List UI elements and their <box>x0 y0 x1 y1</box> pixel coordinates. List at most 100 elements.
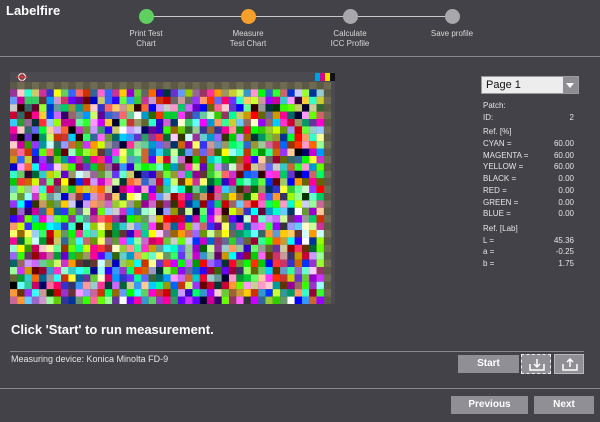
color-patch <box>323 215 332 223</box>
color-patch <box>316 237 324 245</box>
color-patch <box>104 141 113 149</box>
color-patch <box>192 230 200 238</box>
color-patch <box>83 89 91 97</box>
color-patch <box>112 126 120 134</box>
color-patch <box>112 237 120 245</box>
color-patch <box>214 244 222 253</box>
color-patch <box>156 193 164 201</box>
color-patch <box>126 126 135 134</box>
color-patch <box>112 89 120 97</box>
color-patch <box>170 141 178 149</box>
color-patch <box>46 163 54 171</box>
color-patch <box>31 163 40 171</box>
color-patch <box>221 170 229 179</box>
color-patch <box>294 289 302 297</box>
color-patch <box>199 200 208 208</box>
color-patch <box>236 215 244 223</box>
color-patch <box>24 222 32 230</box>
color-patch <box>39 178 47 186</box>
chevron-down-icon[interactable] <box>563 77 578 93</box>
color-patch <box>177 274 186 282</box>
color-patch <box>163 222 171 230</box>
color-patch <box>126 96 135 105</box>
color-patch <box>126 119 135 127</box>
color-patch <box>148 296 156 304</box>
color-patch <box>83 244 91 253</box>
color-patch <box>316 148 324 156</box>
color-patch <box>10 296 18 304</box>
color-patch <box>148 244 156 253</box>
color-patch <box>141 163 149 171</box>
color-patch <box>250 244 259 253</box>
color-patch <box>192 267 200 275</box>
color-patch <box>119 281 127 290</box>
color-patch <box>236 222 244 230</box>
color-patch <box>243 237 251 245</box>
color-patch <box>243 148 251 156</box>
color-patch <box>302 133 310 142</box>
color-patch <box>17 89 25 97</box>
color-patch <box>177 185 186 193</box>
color-patch <box>221 96 229 105</box>
color-patch <box>214 193 222 201</box>
import-button[interactable] <box>521 354 551 374</box>
color-patch <box>156 200 164 208</box>
color-patch <box>24 289 32 297</box>
color-patch <box>207 215 215 223</box>
color-patch <box>10 170 18 179</box>
color-patch <box>141 178 149 186</box>
color-patch <box>10 156 18 164</box>
color-patch <box>126 178 135 186</box>
color-patch <box>75 259 83 267</box>
next-button[interactable]: Next <box>534 396 594 414</box>
color-patch <box>207 193 215 201</box>
color-patch <box>229 133 237 142</box>
color-patch <box>24 141 32 149</box>
color-patch <box>141 244 149 253</box>
color-patch <box>316 170 324 179</box>
color-patch <box>126 82 135 90</box>
previous-button[interactable]: Previous <box>451 396 528 414</box>
color-patch <box>31 178 40 186</box>
color-patch <box>126 133 135 142</box>
color-patch <box>68 96 76 105</box>
color-patch <box>192 170 200 179</box>
patch-id-row: ID: 2 <box>483 112 574 122</box>
color-patch-grid[interactable] <box>10 72 335 304</box>
color-patch <box>294 267 302 275</box>
color-patch <box>53 267 62 275</box>
color-patch <box>83 82 91 90</box>
color-patch <box>83 222 91 230</box>
color-patch <box>265 222 273 230</box>
color-patch <box>185 259 193 267</box>
color-patch <box>126 289 135 297</box>
color-patch <box>68 141 76 149</box>
color-patch <box>112 119 120 127</box>
start-button[interactable]: Start <box>458 355 519 373</box>
color-patch <box>148 82 156 90</box>
color-patch <box>148 178 156 186</box>
color-patch <box>97 96 105 105</box>
color-patch <box>192 252 200 260</box>
color-patch <box>17 281 25 290</box>
test-chart-preview[interactable] <box>10 72 335 304</box>
color-patch <box>53 119 62 127</box>
color-patch <box>24 185 32 193</box>
color-patch <box>112 267 120 275</box>
color-patch <box>90 170 98 179</box>
export-button[interactable] <box>554 354 584 374</box>
color-patch <box>192 126 200 134</box>
color-patch <box>141 148 149 156</box>
color-patch <box>39 82 47 90</box>
color-patch <box>170 104 178 112</box>
color-patch <box>68 200 76 208</box>
color-patch <box>221 215 229 223</box>
color-patch <box>177 244 186 253</box>
color-patch <box>61 185 69 193</box>
color-patch <box>39 281 47 290</box>
color-patch <box>68 244 76 253</box>
color-patch <box>265 104 273 112</box>
page-select[interactable]: Page 1 <box>481 76 579 94</box>
color-patch <box>309 141 317 149</box>
color-patch <box>170 170 178 179</box>
